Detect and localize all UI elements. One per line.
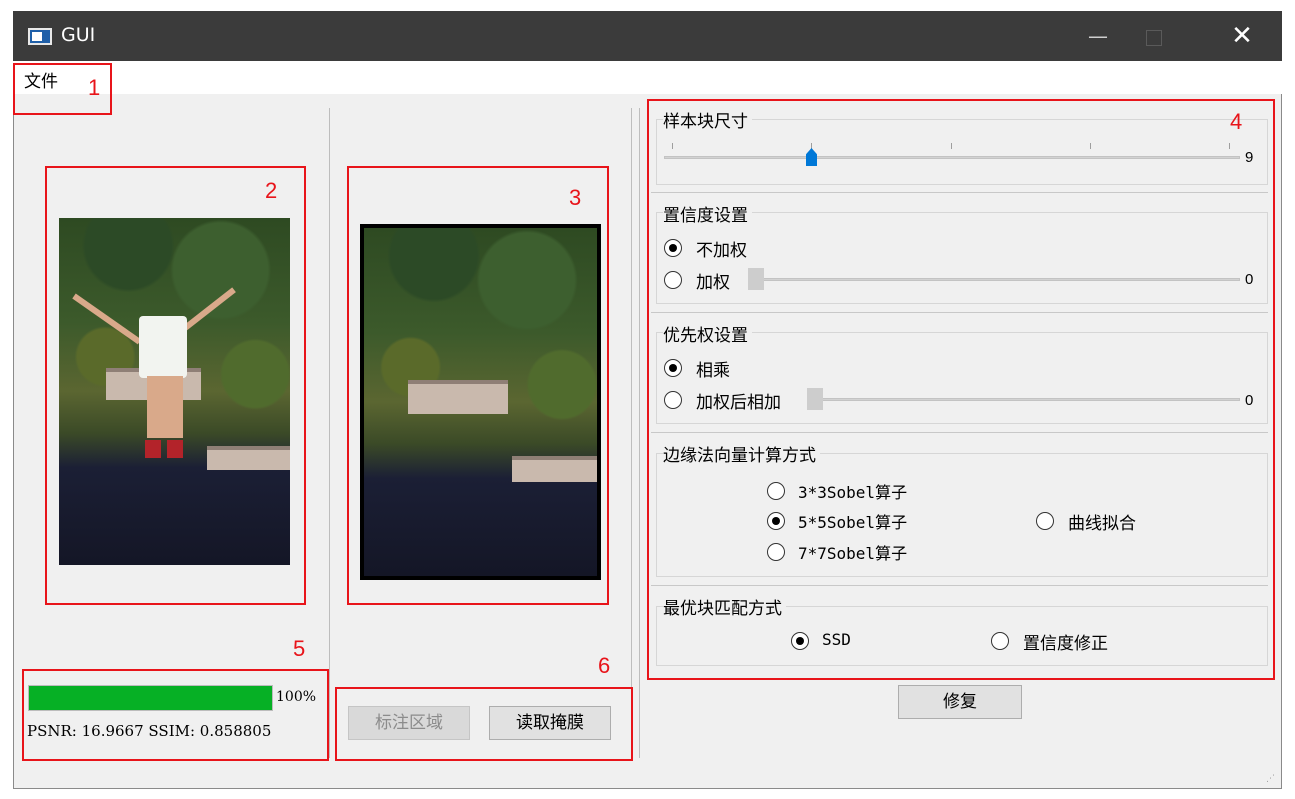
annotation-label-6: 6 [598,653,611,678]
annotation-box-2 [45,166,306,605]
maximize-icon [1146,29,1162,46]
annotation-label-5: 5 [293,636,306,661]
annotation-label-1: 1 [88,75,101,100]
repair-button[interactable]: 修复 [898,685,1022,719]
splitter-right-2 [639,108,640,758]
window-title: GUI [61,24,96,46]
menu-bar: 文件 [13,61,1282,94]
maximize-button[interactable] [1126,11,1182,61]
resize-grip-icon[interactable]: ⋰ [1266,774,1276,784]
close-icon: ✕ [1231,21,1253,51]
annotation-box-3 [347,166,609,605]
splitter-left[interactable] [329,108,330,758]
annotation-label-3: 3 [569,185,582,210]
annotation-label-2: 2 [265,178,278,203]
annotation-box-5 [22,669,329,761]
annotation-box-6 [335,687,633,761]
title-bar: GUI — ✕ [13,11,1282,61]
splitter-right[interactable] [631,108,632,758]
annotation-box-4 [647,99,1275,680]
minimize-button[interactable]: — [1070,11,1126,61]
minimize-icon: — [1088,24,1108,48]
annotation-label-4: 4 [1230,109,1243,134]
close-button[interactable]: ✕ [1214,11,1270,61]
app-window-icon [28,28,52,45]
